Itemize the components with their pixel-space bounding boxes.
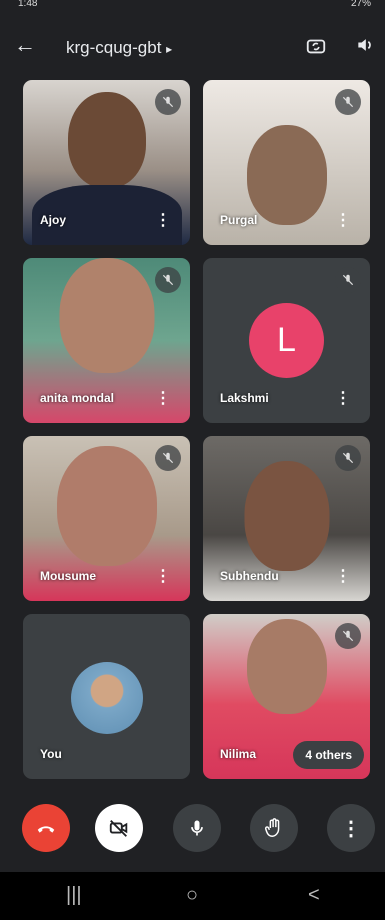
hand-icon [265,818,280,837]
home-button[interactable]: ○ [186,884,198,907]
participant-name: You [40,747,62,761]
participant-avatar: L [249,303,324,378]
participant-tile[interactable]: Purgal ⋮ [203,80,370,245]
status-bar: 1:48 27% [0,0,385,12]
participant-name: Subhendu [220,569,279,583]
participant-video [56,446,157,566]
participant-tile[interactable]: L Lakshmi ⋮ [203,258,370,423]
participant-video [67,92,146,188]
speaker-icon[interactable] [355,35,375,60]
camera-off-button[interactable] [95,804,143,852]
mic-off-icon [155,445,181,471]
participant-name: Purgal [220,213,258,227]
mic-off-icon [155,89,181,115]
more-vert-icon: ⋮ [341,817,361,840]
raise-hand-button[interactable] [250,804,298,852]
self-avatar [71,662,143,734]
end-call-button[interactable] [22,804,70,852]
mic-off-icon [335,89,361,115]
recent-apps-button[interactable]: ||| [66,884,82,907]
clock: 1:48 [18,0,38,9]
participant-tile[interactable]: Subhendu ⋮ [203,436,370,601]
participant-name: anita mondal [40,391,115,405]
participant-tile[interactable]: Nilima 4 others [203,614,370,779]
more-vert-icon[interactable]: ⋮ [335,213,351,229]
microphone-button[interactable] [173,804,221,852]
call-controls: ⋮ [0,800,385,860]
others-chip[interactable]: 4 others [293,741,364,769]
participant-video [246,619,327,714]
battery-level: 27% [350,0,371,9]
participant-tile[interactable]: Mousume ⋮ [23,436,190,601]
more-vert-icon[interactable]: ⋮ [335,391,351,407]
more-vert-icon[interactable]: ⋮ [155,569,171,585]
mic-off-icon [335,267,361,293]
videocam-off-icon [109,820,128,837]
meeting-code[interactable]: krg-cqug-gbt ▸ [66,38,172,58]
caret-right-icon: ▸ [166,42,173,56]
participant-name: Nilima [220,747,257,761]
back-button[interactable]: < [308,884,320,907]
more-vert-icon[interactable]: ⋮ [335,569,351,585]
participant-name: Lakshmi [220,391,269,405]
participant-video [59,258,154,373]
participant-video [244,461,329,571]
participant-name: Ajoy [40,213,67,227]
arrow-left-icon[interactable]: ← [14,32,36,58]
more-options-button[interactable]: ⋮ [327,804,375,852]
participant-tile[interactable]: anita mondal ⋮ [23,258,190,423]
mic-off-icon [335,445,361,471]
more-vert-icon[interactable]: ⋮ [155,213,171,229]
self-tile[interactable]: You [23,614,190,779]
participant-tile[interactable]: Ajoy ⋮ [23,80,190,245]
more-vert-icon[interactable]: ⋮ [155,391,171,407]
participant-video [246,125,327,225]
mic-icon [191,820,203,836]
mic-off-icon [155,267,181,293]
mic-off-icon [335,623,361,649]
camera-flip-icon[interactable] [305,35,327,62]
meeting-header: ← krg-cqug-gbt ▸ [0,22,385,72]
participant-name: Mousume [40,569,97,583]
system-nav-bar: ||| ○ < [0,872,385,920]
